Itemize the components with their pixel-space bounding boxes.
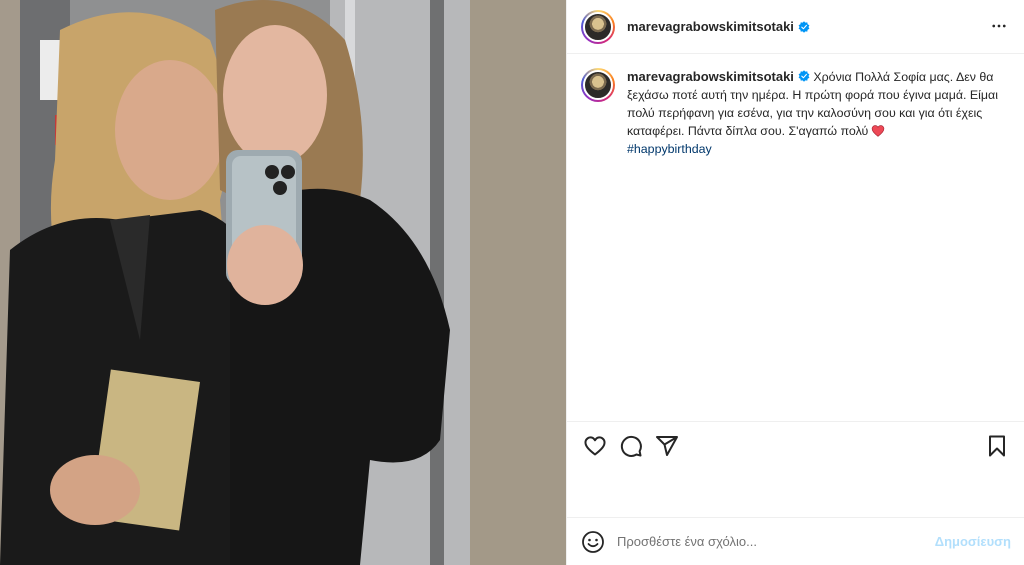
post-header: marevagrabowskimitsotaki bbox=[567, 0, 1024, 54]
post-actions-bar bbox=[567, 421, 1024, 469]
author-avatar[interactable] bbox=[581, 9, 615, 44]
verified-badge-icon bbox=[798, 20, 810, 33]
caption-text-block: marevagrabowskimitsotaki Χρόνια Πολλά Σο… bbox=[627, 68, 1007, 158]
comment-input[interactable] bbox=[617, 534, 935, 549]
share-icon[interactable] bbox=[655, 434, 679, 458]
comment-icon[interactable] bbox=[619, 434, 643, 458]
post-side-panel: marevagrabowskimitsotaki marevagrabowski… bbox=[566, 0, 1024, 565]
author-username[interactable]: marevagrabowskimitsotaki bbox=[627, 19, 794, 34]
bookmark-icon[interactable] bbox=[985, 434, 1009, 458]
caption-verified-badge-icon bbox=[798, 70, 810, 82]
caption-username[interactable]: marevagrabowskimitsotaki bbox=[627, 69, 794, 84]
instagram-post: marevagrabowskimitsotaki marevagrabowski… bbox=[0, 0, 1024, 565]
post-photo[interactable] bbox=[0, 0, 566, 565]
caption-hashtag[interactable]: #happybirthday bbox=[627, 140, 1007, 158]
emoji-icon[interactable] bbox=[581, 530, 605, 554]
post-comment-button[interactable]: Δημοσίευση bbox=[935, 534, 1011, 549]
add-comment-bar: Δημοσίευση bbox=[567, 517, 1024, 565]
post-caption: marevagrabowskimitsotaki Χρόνια Πολλά Σο… bbox=[567, 54, 1024, 158]
red-heart-emoji-icon bbox=[872, 125, 885, 137]
more-options-icon[interactable] bbox=[990, 17, 1008, 35]
heart-icon[interactable] bbox=[583, 434, 607, 458]
mirror-selfie-photo bbox=[0, 0, 566, 565]
caption-author-avatar[interactable] bbox=[581, 68, 615, 102]
